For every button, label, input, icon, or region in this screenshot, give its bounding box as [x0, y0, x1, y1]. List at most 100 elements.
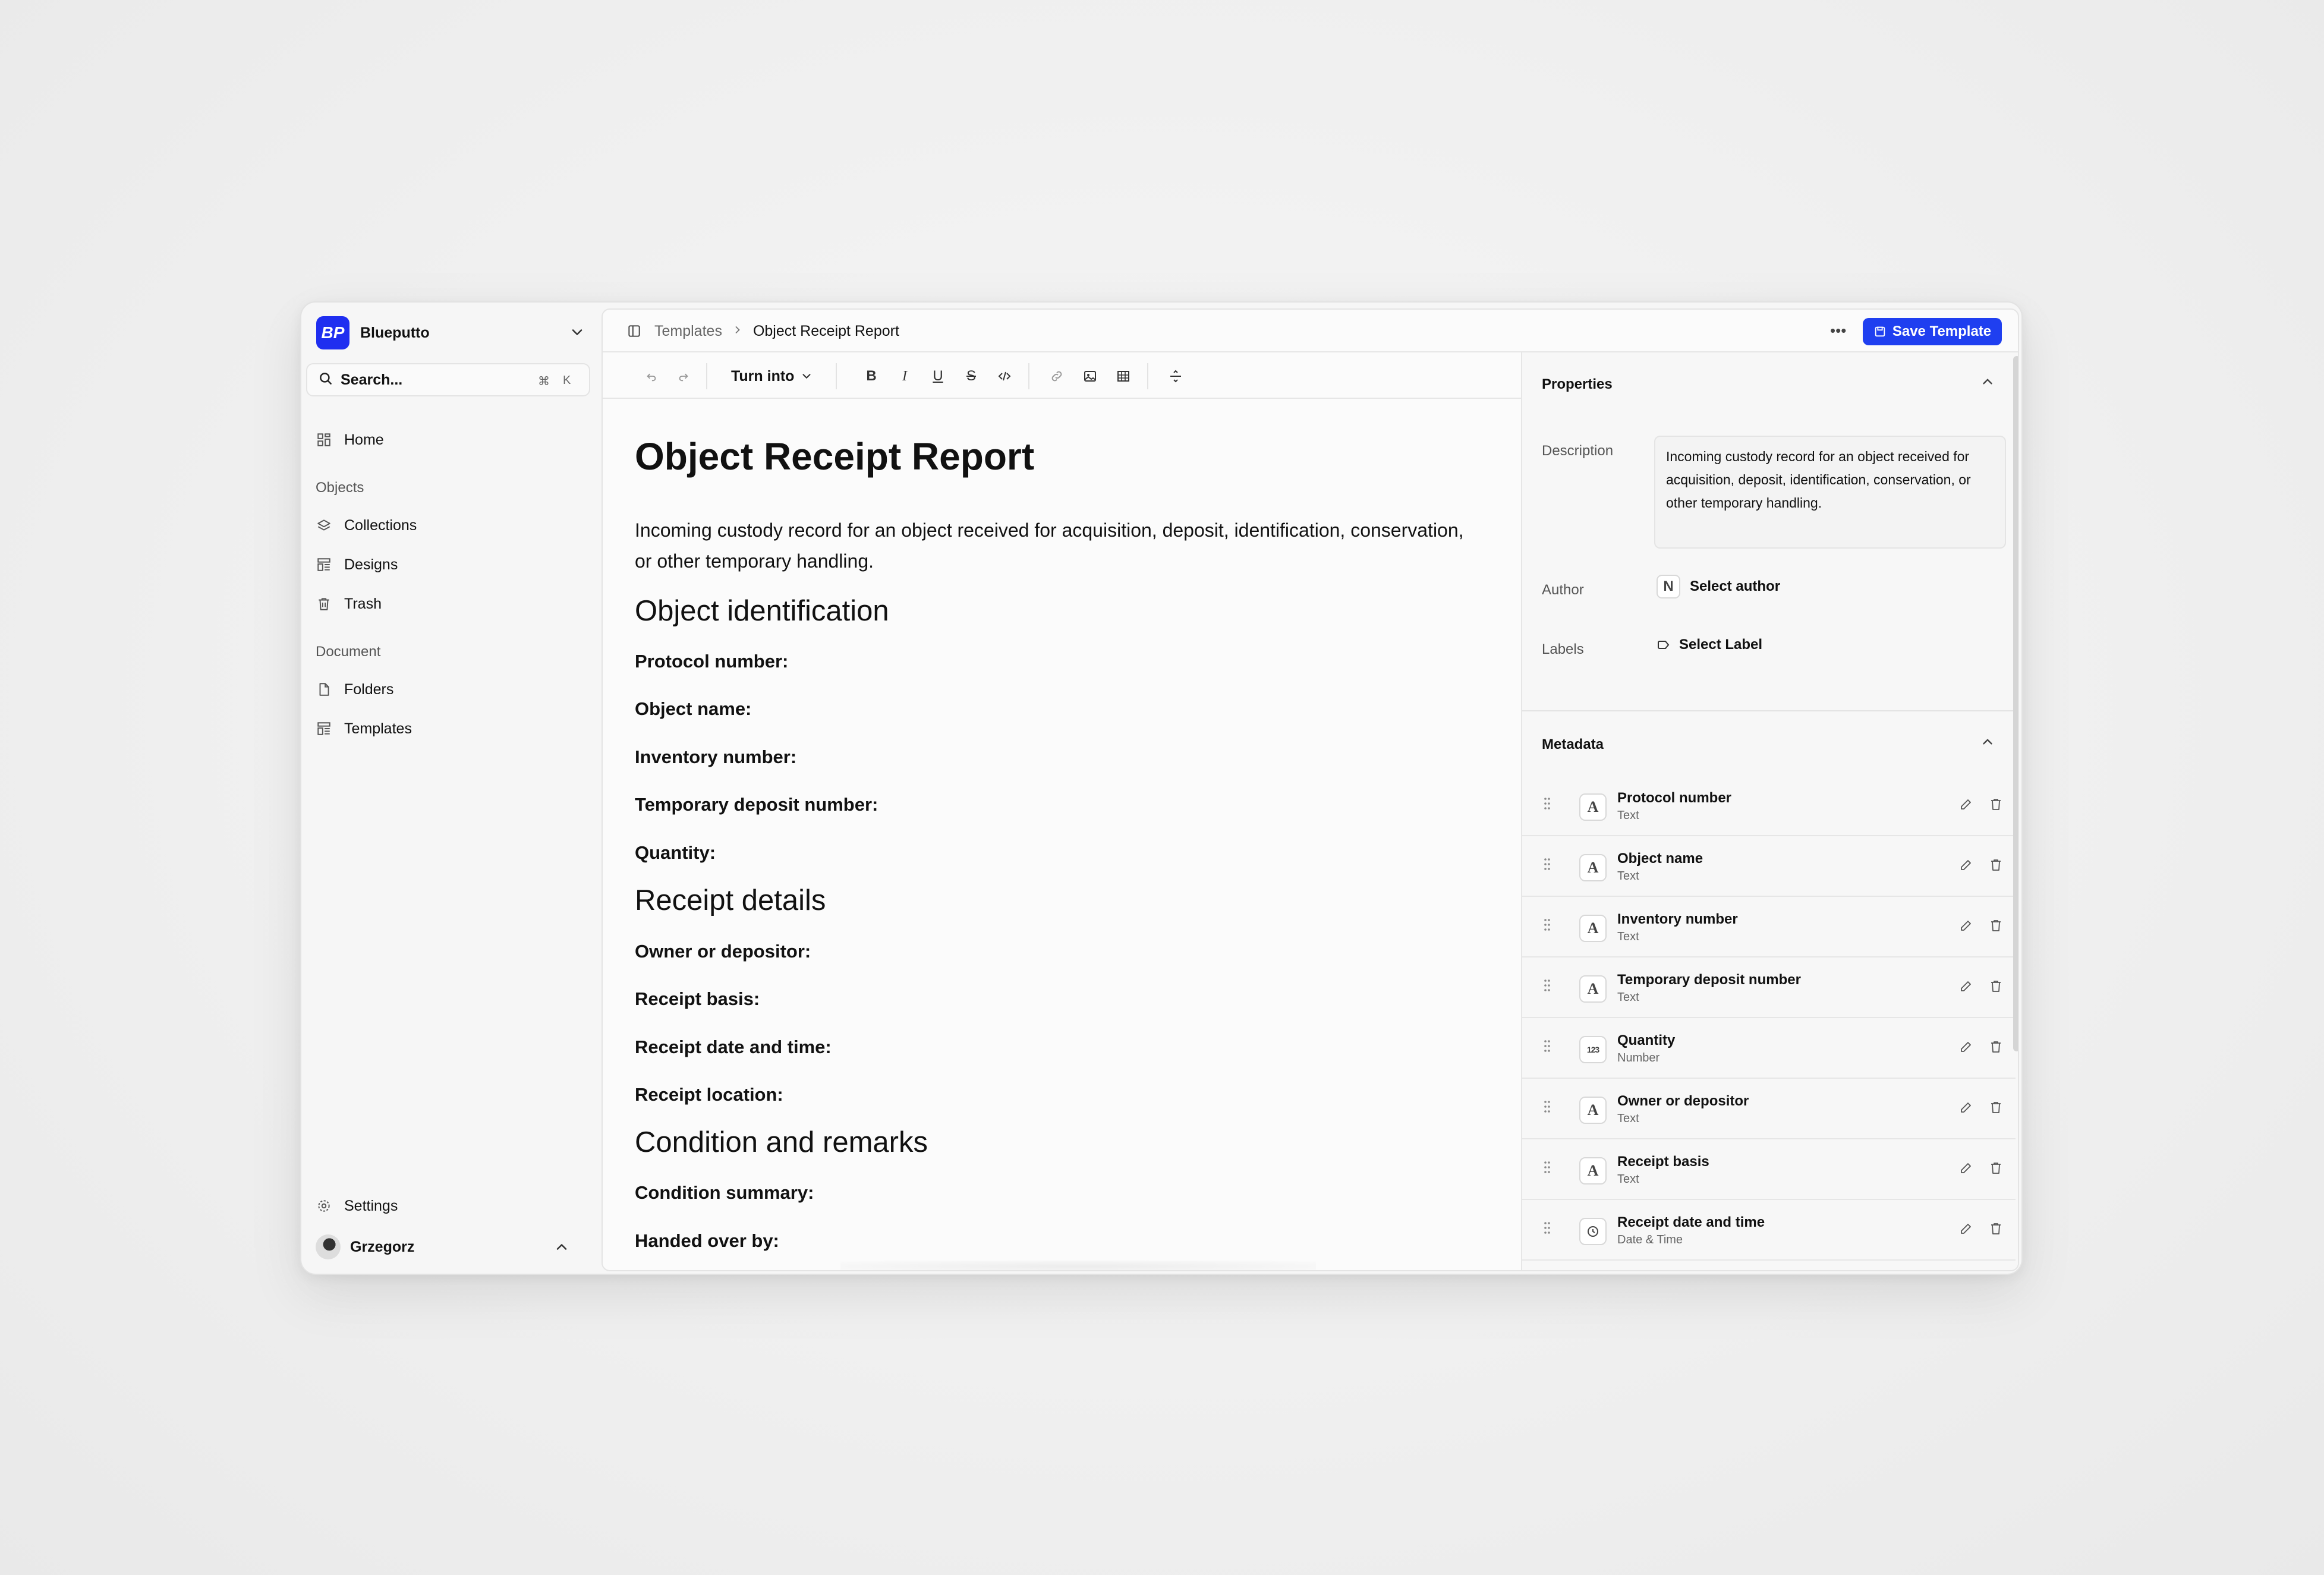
chevron-up-icon[interactable] [1980, 734, 1995, 752]
sidebar-item-trash[interactable]: Trash [316, 587, 382, 620]
field-label[interactable]: Inventory number: [635, 746, 796, 768]
metadata-row[interactable]: Receipt date and time Date & Time [1522, 1200, 2016, 1261]
trash-icon [316, 596, 332, 612]
chevron-up-icon[interactable] [1980, 374, 1995, 392]
metadata-row[interactable]: A Temporary deposit number Text [1522, 957, 2016, 1018]
bold-icon[interactable]: B [859, 364, 883, 388]
field-label[interactable]: Protocol number: [635, 651, 788, 672]
user-menu[interactable]: Grzegorz [316, 1232, 589, 1262]
edit-icon[interactable] [1959, 1040, 1973, 1057]
drag-handle-icon[interactable] [1544, 1221, 1551, 1234]
section-heading[interactable]: Receipt details [635, 884, 826, 917]
clock-type-icon [1579, 1218, 1607, 1245]
image-icon[interactable] [1078, 364, 1102, 388]
select-label-text: Select Label [1679, 637, 1763, 653]
sidebar-item-home[interactable]: Home [316, 423, 384, 456]
file-icon [316, 681, 332, 698]
sidebar-item-designs[interactable]: Designs [316, 548, 398, 581]
trash-icon[interactable] [1989, 858, 2003, 875]
drag-handle-icon[interactable] [1544, 1100, 1551, 1113]
editor-toolbar: Turn into B I U S [603, 352, 1521, 399]
editor: Turn into B I U S Object Receipt Report … [603, 352, 1521, 1270]
top-bar: Templates Object Receipt Report ••• Save… [603, 310, 2018, 352]
field-label[interactable]: Handed over by: [635, 1230, 779, 1252]
field-label[interactable]: Condition summary: [635, 1182, 814, 1204]
edit-icon[interactable] [1959, 1221, 1973, 1239]
drag-handle-icon[interactable] [1544, 979, 1551, 992]
metadata-row[interactable]: A Object name Text [1522, 836, 2016, 897]
description-label: Description [1542, 443, 1614, 459]
trash-icon[interactable] [1989, 918, 2003, 935]
divider-icon[interactable] [1164, 364, 1188, 388]
drag-handle-icon[interactable] [1544, 797, 1551, 810]
metadata-row[interactable]: A Owner or depositor Text [1522, 1079, 2016, 1139]
sidebar-item-templates[interactable]: Templates [316, 712, 412, 745]
search-input[interactable]: Search... ⌘ K [306, 363, 590, 396]
section-heading[interactable]: Object identification [635, 594, 889, 628]
redo-icon[interactable] [672, 364, 695, 388]
turn-into-dropdown[interactable]: Turn into [731, 363, 813, 389]
more-icon[interactable]: ••• [1830, 322, 1846, 340]
text-type-icon: A [1579, 1097, 1607, 1124]
metadata-row[interactable]: A Receipt basis Text [1522, 1139, 2016, 1200]
scrollbar[interactable] [2013, 356, 2018, 1051]
toolbar-divider [1028, 363, 1029, 389]
metadata-row[interactable]: A Inventory number Text [1522, 897, 2016, 957]
trash-icon[interactable] [1989, 1221, 2003, 1239]
field-label[interactable]: Receipt basis: [635, 988, 760, 1010]
field-label[interactable]: Object name: [635, 698, 751, 720]
field-label[interactable]: Receipt date and time: [635, 1037, 832, 1058]
underline-icon[interactable]: U [926, 364, 950, 388]
breadcrumb-parent[interactable]: Templates [654, 323, 722, 340]
field-label[interactable]: Owner or depositor: [635, 941, 811, 962]
strikethrough-icon[interactable]: S [959, 364, 983, 388]
select-author-button[interactable]: N Select author [1657, 575, 1780, 598]
save-template-button[interactable]: Save Template [1863, 318, 2002, 345]
sidebar-toggle-icon[interactable] [626, 323, 642, 342]
trash-icon[interactable] [1989, 1100, 2003, 1117]
link-icon[interactable] [1045, 364, 1069, 388]
sidebar-item-folders[interactable]: Folders [316, 673, 393, 706]
metadata-type: Text [1617, 930, 1639, 943]
sidebar: BP Blueputto Search... ⌘ K Home Objects [301, 303, 602, 1274]
table-icon[interactable] [1111, 364, 1135, 388]
select-label-button[interactable]: Select Label [1657, 637, 1762, 653]
chevron-up-icon [553, 1239, 570, 1258]
edit-icon[interactable] [1959, 918, 1973, 935]
sidebar-item-settings[interactable]: Settings [316, 1189, 398, 1223]
edit-icon[interactable] [1959, 979, 1973, 996]
trash-icon[interactable] [1989, 797, 2003, 814]
document-title[interactable]: Object Receipt Report [635, 434, 1034, 478]
trash-icon[interactable] [1989, 1161, 2003, 1178]
italic-icon[interactable]: I [893, 364, 917, 388]
drag-handle-icon[interactable] [1544, 918, 1551, 931]
field-label[interactable]: Receipt location: [635, 1084, 783, 1105]
trash-icon[interactable] [1989, 1040, 2003, 1057]
shortcut-key: K [563, 374, 571, 387]
description-field[interactable]: Incoming custody record for an object re… [1654, 436, 2006, 549]
author-badge: N [1657, 575, 1680, 598]
drag-handle-icon[interactable] [1544, 1161, 1551, 1174]
sidebar-item-collections[interactable]: Collections [316, 509, 417, 542]
drag-handle-icon[interactable] [1544, 858, 1551, 871]
labels-label: Labels [1542, 641, 1584, 657]
metadata-row[interactable]: 123 Quantity Number [1522, 1018, 2016, 1079]
edit-icon[interactable] [1959, 858, 1973, 875]
author-label: Author [1542, 582, 1584, 598]
text-type-icon: A [1579, 793, 1607, 821]
field-label[interactable]: Quantity: [635, 842, 716, 864]
edit-icon[interactable] [1959, 797, 1973, 814]
undo-icon[interactable] [640, 364, 663, 388]
drag-handle-icon[interactable] [1544, 1040, 1551, 1053]
edit-icon[interactable] [1959, 1100, 1973, 1117]
document-description[interactable]: Incoming custody record for an object re… [635, 515, 1467, 577]
metadata-type: Date & Time [1617, 1233, 1683, 1246]
chevron-right-icon [732, 324, 744, 339]
metadata-row[interactable]: A Protocol number Text [1522, 776, 2016, 836]
edit-icon[interactable] [1959, 1161, 1973, 1178]
metadata-name: Object name [1617, 850, 1703, 867]
trash-icon[interactable] [1989, 979, 2003, 996]
section-heading[interactable]: Condition and remarks [635, 1126, 928, 1159]
field-label[interactable]: Temporary deposit number: [635, 794, 878, 815]
code-icon[interactable] [993, 364, 1016, 388]
